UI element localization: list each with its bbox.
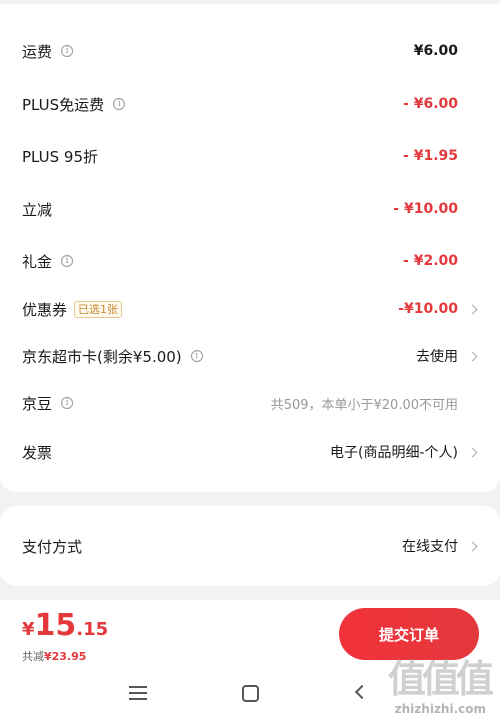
fee-value: 共509，本单小于¥20.00不可用: [270, 397, 458, 413]
payment-label: 支付方式: [22, 537, 83, 556]
fee-label: 京豆: [22, 394, 53, 413]
fee-value: -¥10.00: [398, 301, 458, 317]
fee-value: 电子(商品明细-个人): [330, 445, 458, 461]
fee-details-card: 运费 i ¥6.00 PLUS免运费 i - ¥6.00 PLUS 95折 - ¥1…: [0, 4, 500, 492]
fee-row-shipping: 运费 i ¥6.00: [0, 34, 500, 68]
fee-label: 京东超市卡(剩余¥5.00): [22, 347, 182, 366]
chevron-right-icon: [467, 304, 478, 314]
fee-row-jd-beans: 京豆 i 共509，本单小于¥20.00不可用: [0, 386, 500, 420]
watermark-logo: 值值值: [387, 657, 494, 701]
watermark-text: zhizhizhi.com: [394, 702, 486, 716]
chevron-right-icon: [467, 447, 478, 457]
fee-row-plus-free-shipping: PLUS免运费 i - ¥6.00: [0, 87, 500, 121]
fee-value: 去使用: [416, 349, 458, 365]
checkout-bar: ¥15.15 共减¥23.95 提交订单 值值值 zhizhizhi.com: [0, 600, 500, 722]
home-icon[interactable]: [242, 685, 259, 702]
fee-value: - ¥6.00: [403, 96, 458, 112]
fee-value: - ¥10.00: [393, 201, 458, 217]
chevron-right-icon: [467, 351, 478, 361]
fee-label: 立减: [22, 200, 53, 219]
saved-label: 共减: [22, 650, 44, 663]
coupon-selected-tag: 已选1张: [74, 300, 123, 318]
payment-method-row[interactable]: 支付方式 在线支付: [0, 529, 500, 563]
fee-row-invoice[interactable]: 发票 电子(商品明细-个人): [0, 435, 500, 469]
watermark: 值值值 zhizhizhi.com: [344, 648, 494, 718]
menu-icon[interactable]: [129, 686, 147, 700]
total-integer: 15: [34, 608, 77, 643]
fee-row-supermarket-card[interactable]: 京东超市卡(剩余¥5.00) i 去使用: [0, 339, 500, 373]
total-decimal: .15: [76, 619, 109, 640]
chevron-right-icon: [467, 541, 478, 551]
payment-value: 在线支付: [402, 539, 458, 555]
fee-value: - ¥2.00: [403, 253, 458, 269]
total-saved: 共减¥23.95: [22, 648, 86, 664]
fee-label: PLUS 95折: [22, 147, 99, 166]
fee-value: ¥6.00: [413, 43, 458, 59]
fee-label: 发票: [22, 443, 53, 462]
info-circle-icon[interactable]: i: [190, 350, 203, 362]
fee-value: - ¥1.95: [403, 148, 458, 164]
fee-label: PLUS免运费: [22, 95, 105, 114]
total-price: ¥15.15: [22, 608, 108, 643]
payment-card: 支付方式 在线支付: [0, 506, 500, 586]
fee-label: 礼金: [22, 252, 53, 271]
currency-symbol: ¥: [22, 619, 35, 640]
fee-label: 优惠券: [22, 300, 68, 319]
info-circle-icon[interactable]: i: [61, 45, 74, 57]
info-circle-icon[interactable]: i: [61, 397, 74, 409]
fee-label: 运费: [22, 42, 53, 61]
fee-row-plus-discount: PLUS 95折 - ¥1.95: [0, 139, 500, 173]
fee-row-gift-money: 礼金 i - ¥2.00: [0, 244, 500, 278]
fee-row-coupon[interactable]: 优惠券 已选1张 -¥10.00: [0, 292, 500, 326]
saved-amount: ¥23.95: [44, 650, 87, 663]
fee-row-instant-discount: 立减 - ¥10.00: [0, 192, 500, 226]
info-circle-icon[interactable]: i: [113, 98, 126, 110]
info-circle-icon[interactable]: i: [61, 255, 74, 267]
